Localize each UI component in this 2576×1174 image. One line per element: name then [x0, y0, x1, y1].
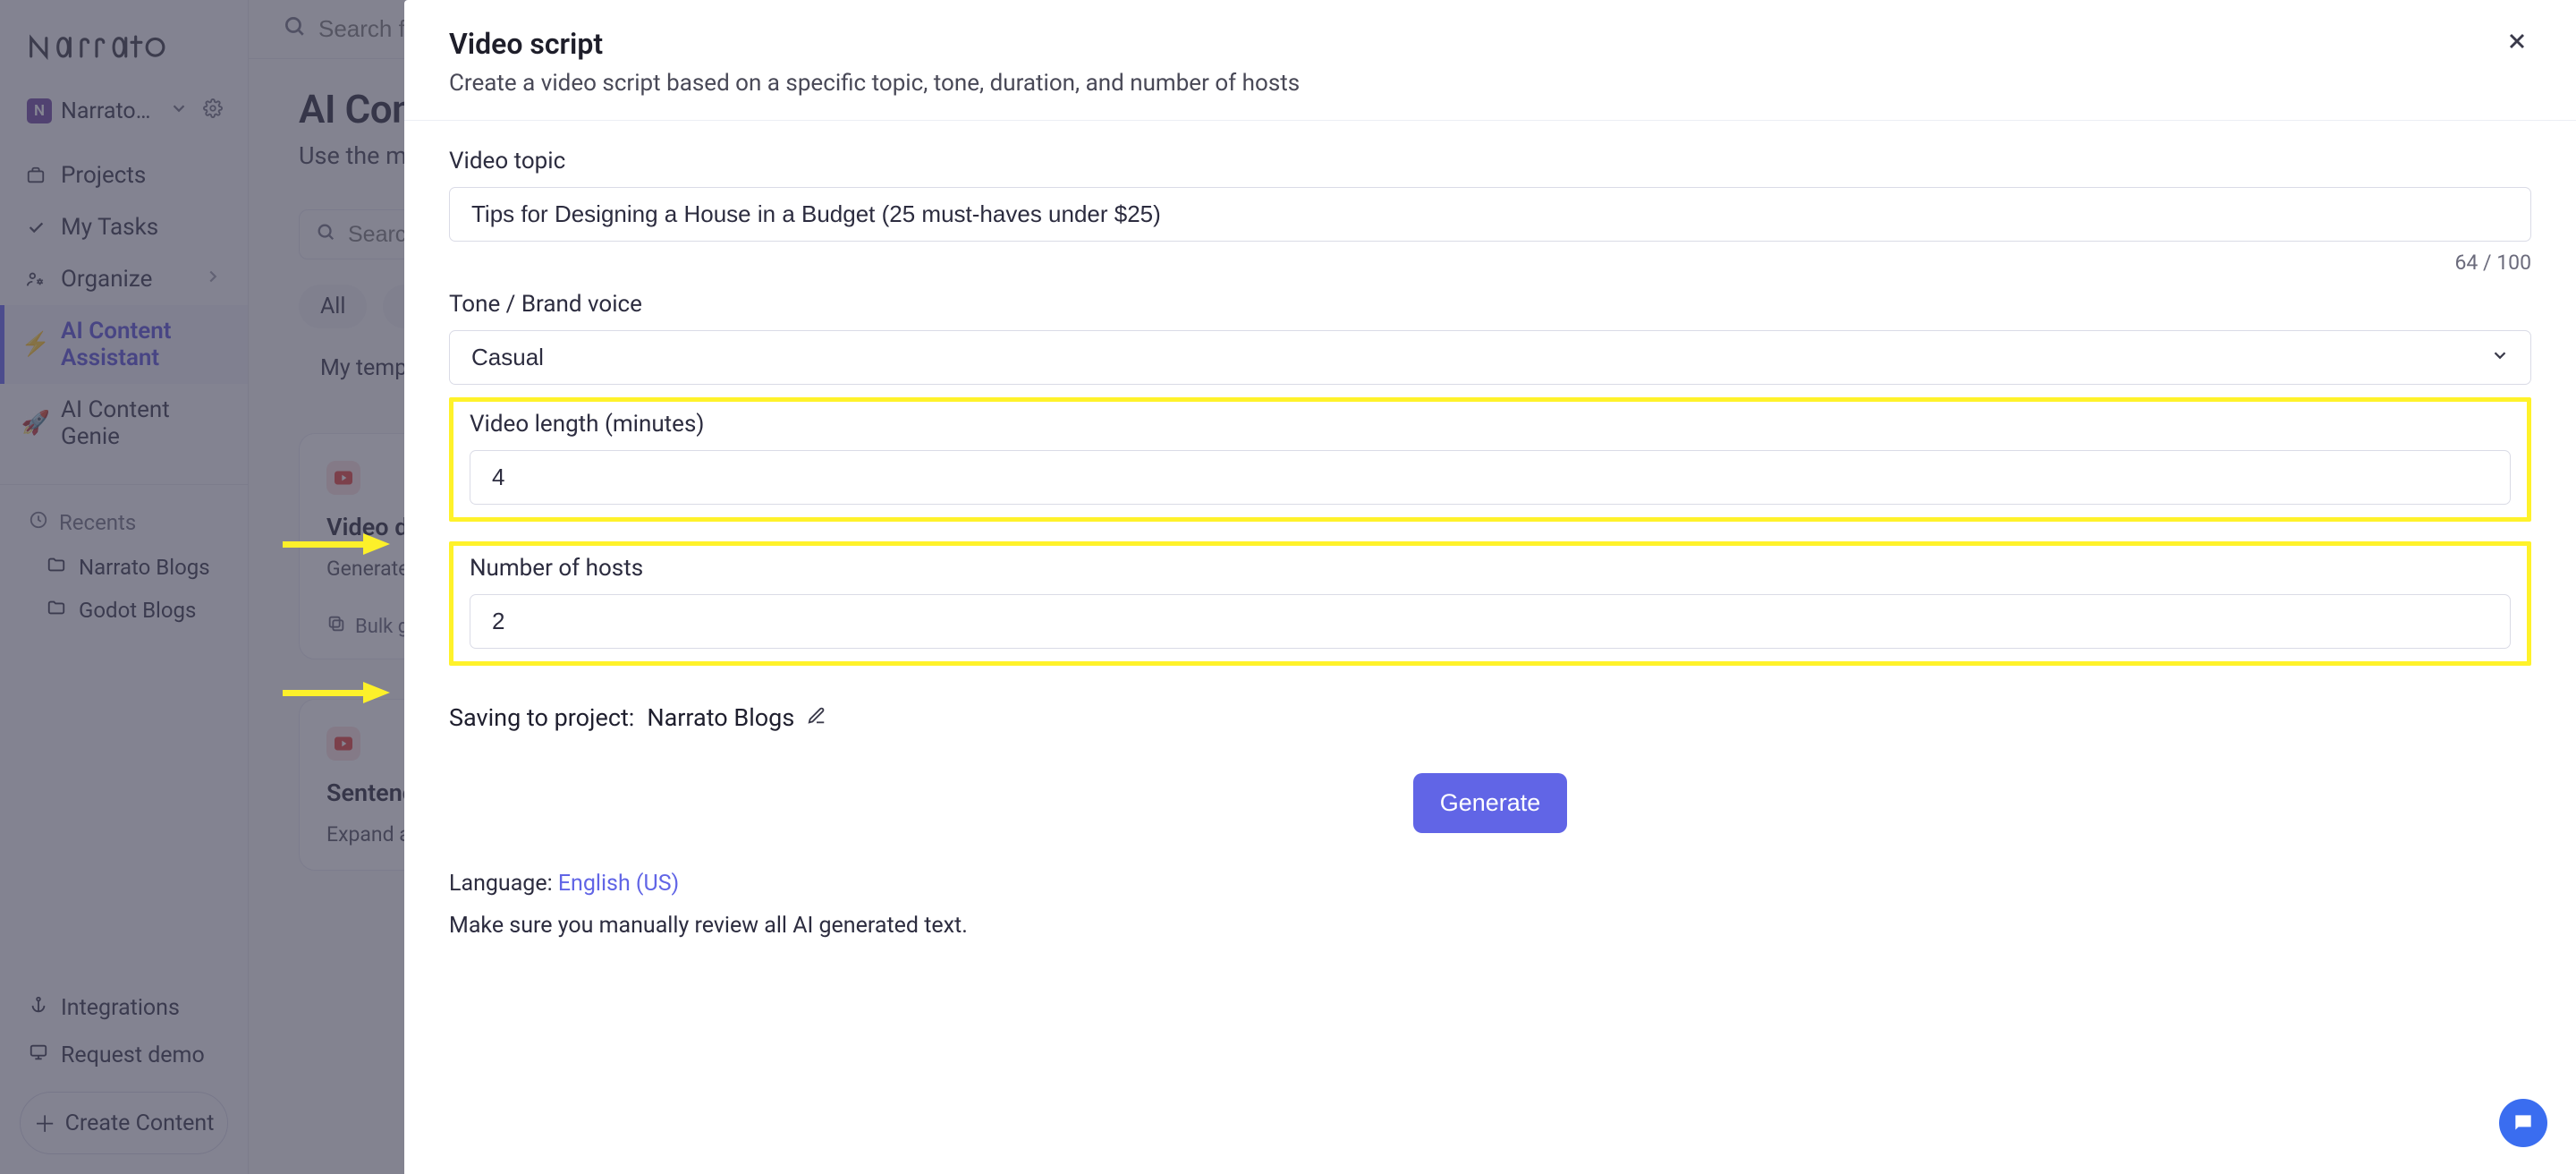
number-of-hosts-highlight: Number of hosts: [449, 541, 2531, 666]
hosts-input[interactable]: [470, 594, 2511, 649]
generate-button[interactable]: Generate: [1413, 773, 1568, 833]
edit-project-icon[interactable]: [807, 703, 826, 732]
hosts-label: Number of hosts: [470, 555, 2511, 582]
close-icon[interactable]: [2503, 27, 2531, 62]
ai-disclaimer: Make sure you manually review all AI gen…: [449, 913, 2531, 939]
video-script-modal: Video script Create a video script based…: [404, 0, 2576, 1174]
video-length-label: Video length (minutes): [470, 411, 2511, 438]
tone-select[interactable]: [449, 330, 2531, 385]
saving-to-project-label: Saving to project:: [449, 703, 634, 732]
modal-title: Video script: [449, 27, 1300, 61]
video-topic-label: Video topic: [449, 148, 2531, 174]
chat-fab[interactable]: [2499, 1099, 2547, 1147]
language-value[interactable]: English (US): [558, 871, 679, 897]
modal-subtitle: Create a video script based on a specifi…: [449, 70, 1300, 97]
video-topic-input[interactable]: [449, 187, 2531, 242]
tone-label: Tone / Brand voice: [449, 291, 2531, 318]
video-length-input[interactable]: [470, 450, 2511, 505]
video-length-highlight: Video length (minutes): [449, 397, 2531, 522]
saving-to-project-name: Narrato Blogs: [647, 703, 794, 732]
language-label: Language:: [449, 871, 553, 897]
video-topic-counter: 64 / 100: [449, 251, 2531, 275]
